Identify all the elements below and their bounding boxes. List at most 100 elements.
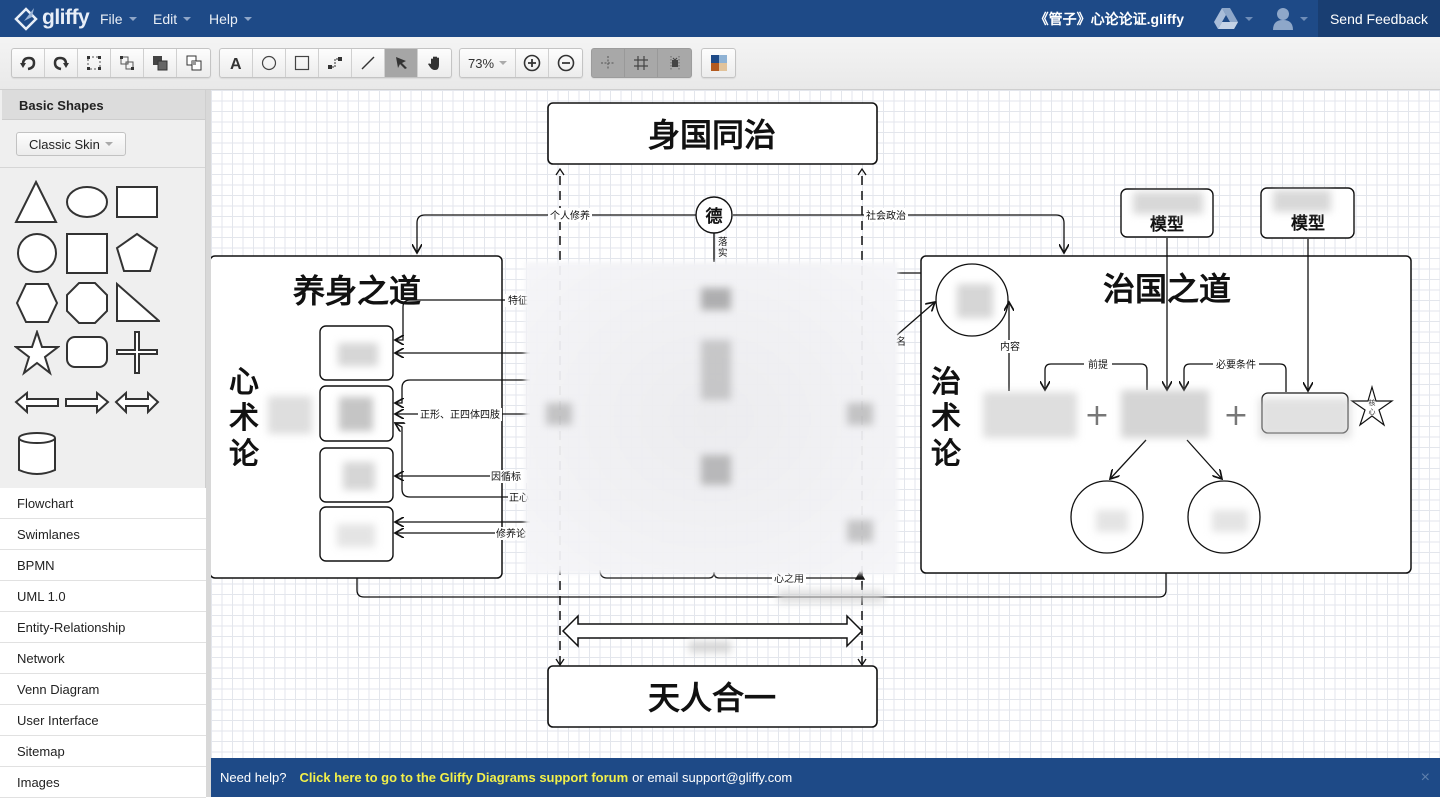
plus-sign-2: + [1223, 398, 1248, 433]
redacted-text [337, 524, 375, 547]
google-drive-button[interactable] [1213, 6, 1253, 31]
skin-row: Classic Skin [0, 120, 205, 168]
star-label-2: 心 [1369, 408, 1376, 416]
text-tool[interactable]: A [220, 49, 253, 77]
de-circle[interactable]: 德 [695, 196, 733, 234]
library-entity-relationship[interactable]: Entity-Relationship [0, 612, 206, 643]
send-to-back-button[interactable] [177, 49, 210, 77]
redo-button[interactable] [45, 49, 78, 77]
library-venn-diagram[interactable]: Venn Diagram [0, 674, 206, 705]
rectangle-shape[interactable] [114, 180, 160, 226]
logo-text: gliffy [42, 6, 90, 29]
group-button[interactable] [78, 49, 111, 77]
snap-to-guides-button[interactable] [592, 49, 625, 77]
zoom-level-select[interactable]: 73% [460, 49, 516, 77]
redacted-text [1259, 398, 1351, 438]
redacted-text [343, 462, 375, 490]
ungroup-button[interactable] [111, 49, 144, 77]
skin-selector[interactable]: Classic Skin [16, 132, 126, 156]
send-feedback-button[interactable]: Send Feedback [1318, 0, 1440, 37]
group-icon [87, 56, 101, 70]
zoom-out-button[interactable] [549, 49, 582, 77]
zoom-in-icon [523, 54, 541, 72]
cross-shape[interactable] [114, 330, 160, 376]
redacted-spot [701, 455, 731, 485]
support-forum-link[interactable]: Click here to go to the Gliffy Diagrams … [300, 770, 629, 785]
top-box[interactable]: 身国同治 [547, 102, 878, 165]
library-bpmn[interactable]: BPMN [0, 550, 206, 581]
square-shape[interactable] [64, 230, 110, 276]
chevron-down-icon [499, 61, 508, 65]
menu-edit[interactable]: Edit [153, 0, 192, 37]
shape-library-sidebar: Basic Shapes Classic Skin Flowchart Swim… [0, 90, 206, 798]
panel-title[interactable]: Basic Shapes [2, 90, 205, 120]
redacted-spot [847, 520, 873, 542]
close-icon[interactable]: × [1421, 769, 1430, 787]
document-title[interactable]: 《管子》心论论证.gliffy [1035, 0, 1184, 37]
plus-sign-1: + [1084, 398, 1109, 433]
right-side-title-3: 论 [931, 437, 962, 472]
octagon-shape[interactable] [64, 280, 110, 326]
pointer-tool[interactable] [385, 49, 418, 77]
star-label-1: 核 [1369, 398, 1376, 407]
redacted-text [689, 641, 731, 653]
bottom-box[interactable]: 天人合一 [547, 665, 878, 728]
library-swimlanes[interactable]: Swimlanes [0, 519, 206, 550]
snap-to-grid-icon [670, 56, 679, 70]
chevron-down-icon [1245, 16, 1253, 21]
label-follow: 因循标 [491, 470, 521, 483]
menu-file[interactable]: File [100, 0, 137, 37]
right-triangle-shape[interactable] [114, 280, 160, 326]
cylinder-shape[interactable] [14, 430, 60, 476]
double-arrow-shape[interactable] [114, 380, 160, 426]
pentagon-shape[interactable] [114, 230, 160, 276]
rounded-rectangle-shape[interactable] [64, 330, 110, 376]
help-bar: Need help? Click here to go to the Gliff… [211, 758, 1440, 797]
label-correct-form: 正形、正四体四肢 [420, 408, 500, 421]
grid-tools-group [591, 48, 692, 78]
bring-to-front-button[interactable] [144, 49, 177, 77]
arrowhead-icon [857, 167, 867, 176]
chevron-down-icon [128, 16, 137, 21]
left-arrow-shape[interactable] [14, 380, 60, 426]
zoom-in-button[interactable] [516, 49, 549, 77]
edit-actions-group [11, 48, 211, 78]
google-drive-icon [1214, 7, 1238, 29]
user-menu-button[interactable] [1272, 6, 1308, 31]
undo-button[interactable] [12, 49, 45, 77]
ellipse-shape[interactable] [64, 180, 110, 226]
menu-help[interactable]: Help [209, 0, 252, 37]
right-arrow-shape[interactable] [64, 380, 110, 426]
right-side-title-1: 治 [931, 365, 961, 400]
circle-shape[interactable] [14, 230, 60, 276]
ellipse-tool[interactable] [253, 49, 286, 77]
right-side-title-2: 术 [931, 401, 961, 436]
toolbar: A 73% [0, 37, 1440, 90]
star-shape[interactable] [14, 330, 60, 376]
svg-text:A: A [230, 56, 242, 71]
hexagon-shape[interactable] [14, 280, 60, 326]
theme-button[interactable] [702, 49, 735, 77]
shape-palette [0, 168, 205, 494]
redacted-spot [701, 340, 731, 400]
library-user-interface[interactable]: User Interface [0, 705, 206, 736]
connector-tool[interactable] [319, 49, 352, 77]
redacted-spot [847, 403, 873, 425]
pan-tool[interactable] [418, 49, 451, 77]
library-sitemap[interactable]: Sitemap [0, 736, 206, 767]
library-list: Flowchart Swimlanes BPMN UML 1.0 Entity-… [0, 488, 206, 798]
show-grid-button[interactable] [625, 49, 658, 77]
send-back-icon [186, 55, 201, 71]
library-flowchart[interactable]: Flowchart [0, 488, 206, 519]
snap-to-grid-button[interactable] [658, 49, 691, 77]
triangle-shape[interactable] [14, 180, 60, 226]
gliffy-logo[interactable]: gliffy [14, 4, 90, 32]
label-personal: 个人修养 [550, 209, 590, 222]
line-tool[interactable] [352, 49, 385, 77]
diagram-canvas[interactable]: 身国同治 天人合一 个人修养 社会政治 德 落 实 养身之道 心 术 论 特征 … [211, 90, 1440, 758]
library-network[interactable]: Network [0, 643, 206, 674]
label-social: 社会政治 [866, 209, 906, 222]
library-images[interactable]: Images [0, 767, 206, 798]
rectangle-tool[interactable] [286, 49, 319, 77]
library-uml[interactable]: UML 1.0 [0, 581, 206, 612]
